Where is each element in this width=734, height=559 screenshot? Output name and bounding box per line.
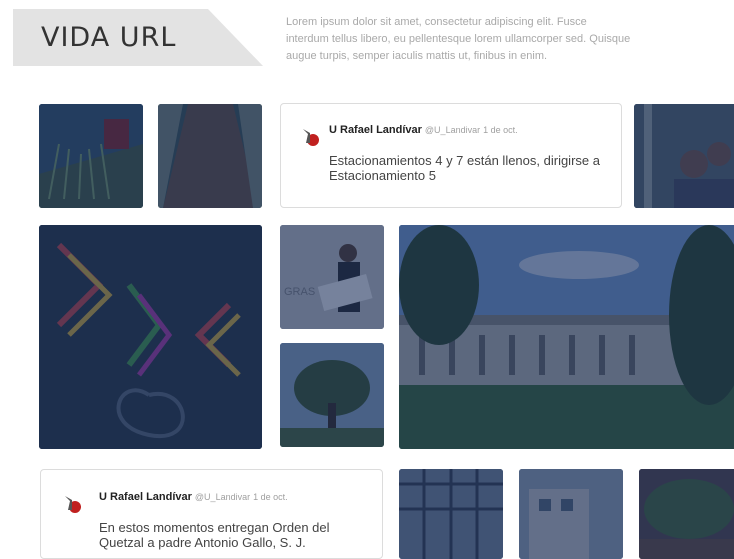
photo-tile-building-corner[interactable] [519,469,623,559]
tweet-card[interactable]: U Rafael Landívar @U_Landivar 1 de oct. Es… [280,103,622,208]
tweet-text: Estacionamientos 4 y 7 están llenos, dir… [329,153,600,183]
photo-tile-campus-building[interactable] [399,225,734,449]
university-logo-icon [65,496,81,513]
photo-tile-trees[interactable] [639,469,734,559]
tweet-date[interactable]: 1 de oct. [253,492,288,502]
tweet-author: U Rafael Landívar @U_Landivar 1 de oct. [99,491,288,503]
photo-tile-greenhouse[interactable] [39,104,143,208]
tweet-author: U Rafael Landívar @U_Landivar 1 de oct. [329,124,518,136]
photo-tile-roof-structure[interactable] [399,469,503,559]
intro-text: Lorem ipsum dolor sit amet, consectetur … [286,16,631,62]
tweet-author-name: U Rafael Landívar [99,491,192,503]
university-logo-icon [303,129,319,146]
tweet-date[interactable]: 1 de oct. [483,125,518,135]
tweet-handle[interactable]: @U_Landivar [195,492,250,502]
tweet-author-name: U Rafael Landívar [329,124,422,136]
photo-tile-garden-bed[interactable] [158,104,262,208]
tweet-text: En estos momentos entregan Orden del Que… [99,520,330,550]
photo-tile-tree[interactable] [280,343,384,447]
svg-text:GRAS: GRAS [284,286,315,298]
photo-tile-colorful-pattern[interactable] [39,225,262,449]
tweet-card[interactable]: U Rafael Landívar @U_Landivar 1 de oct. En… [40,469,383,559]
tweet-handle[interactable]: @U_Landivar [425,125,480,135]
page-title: VIDA URL [41,22,177,53]
photo-tile-person-sign[interactable]: GRAS [280,225,384,329]
photo-tile-campus-crowd[interactable] [634,104,734,208]
